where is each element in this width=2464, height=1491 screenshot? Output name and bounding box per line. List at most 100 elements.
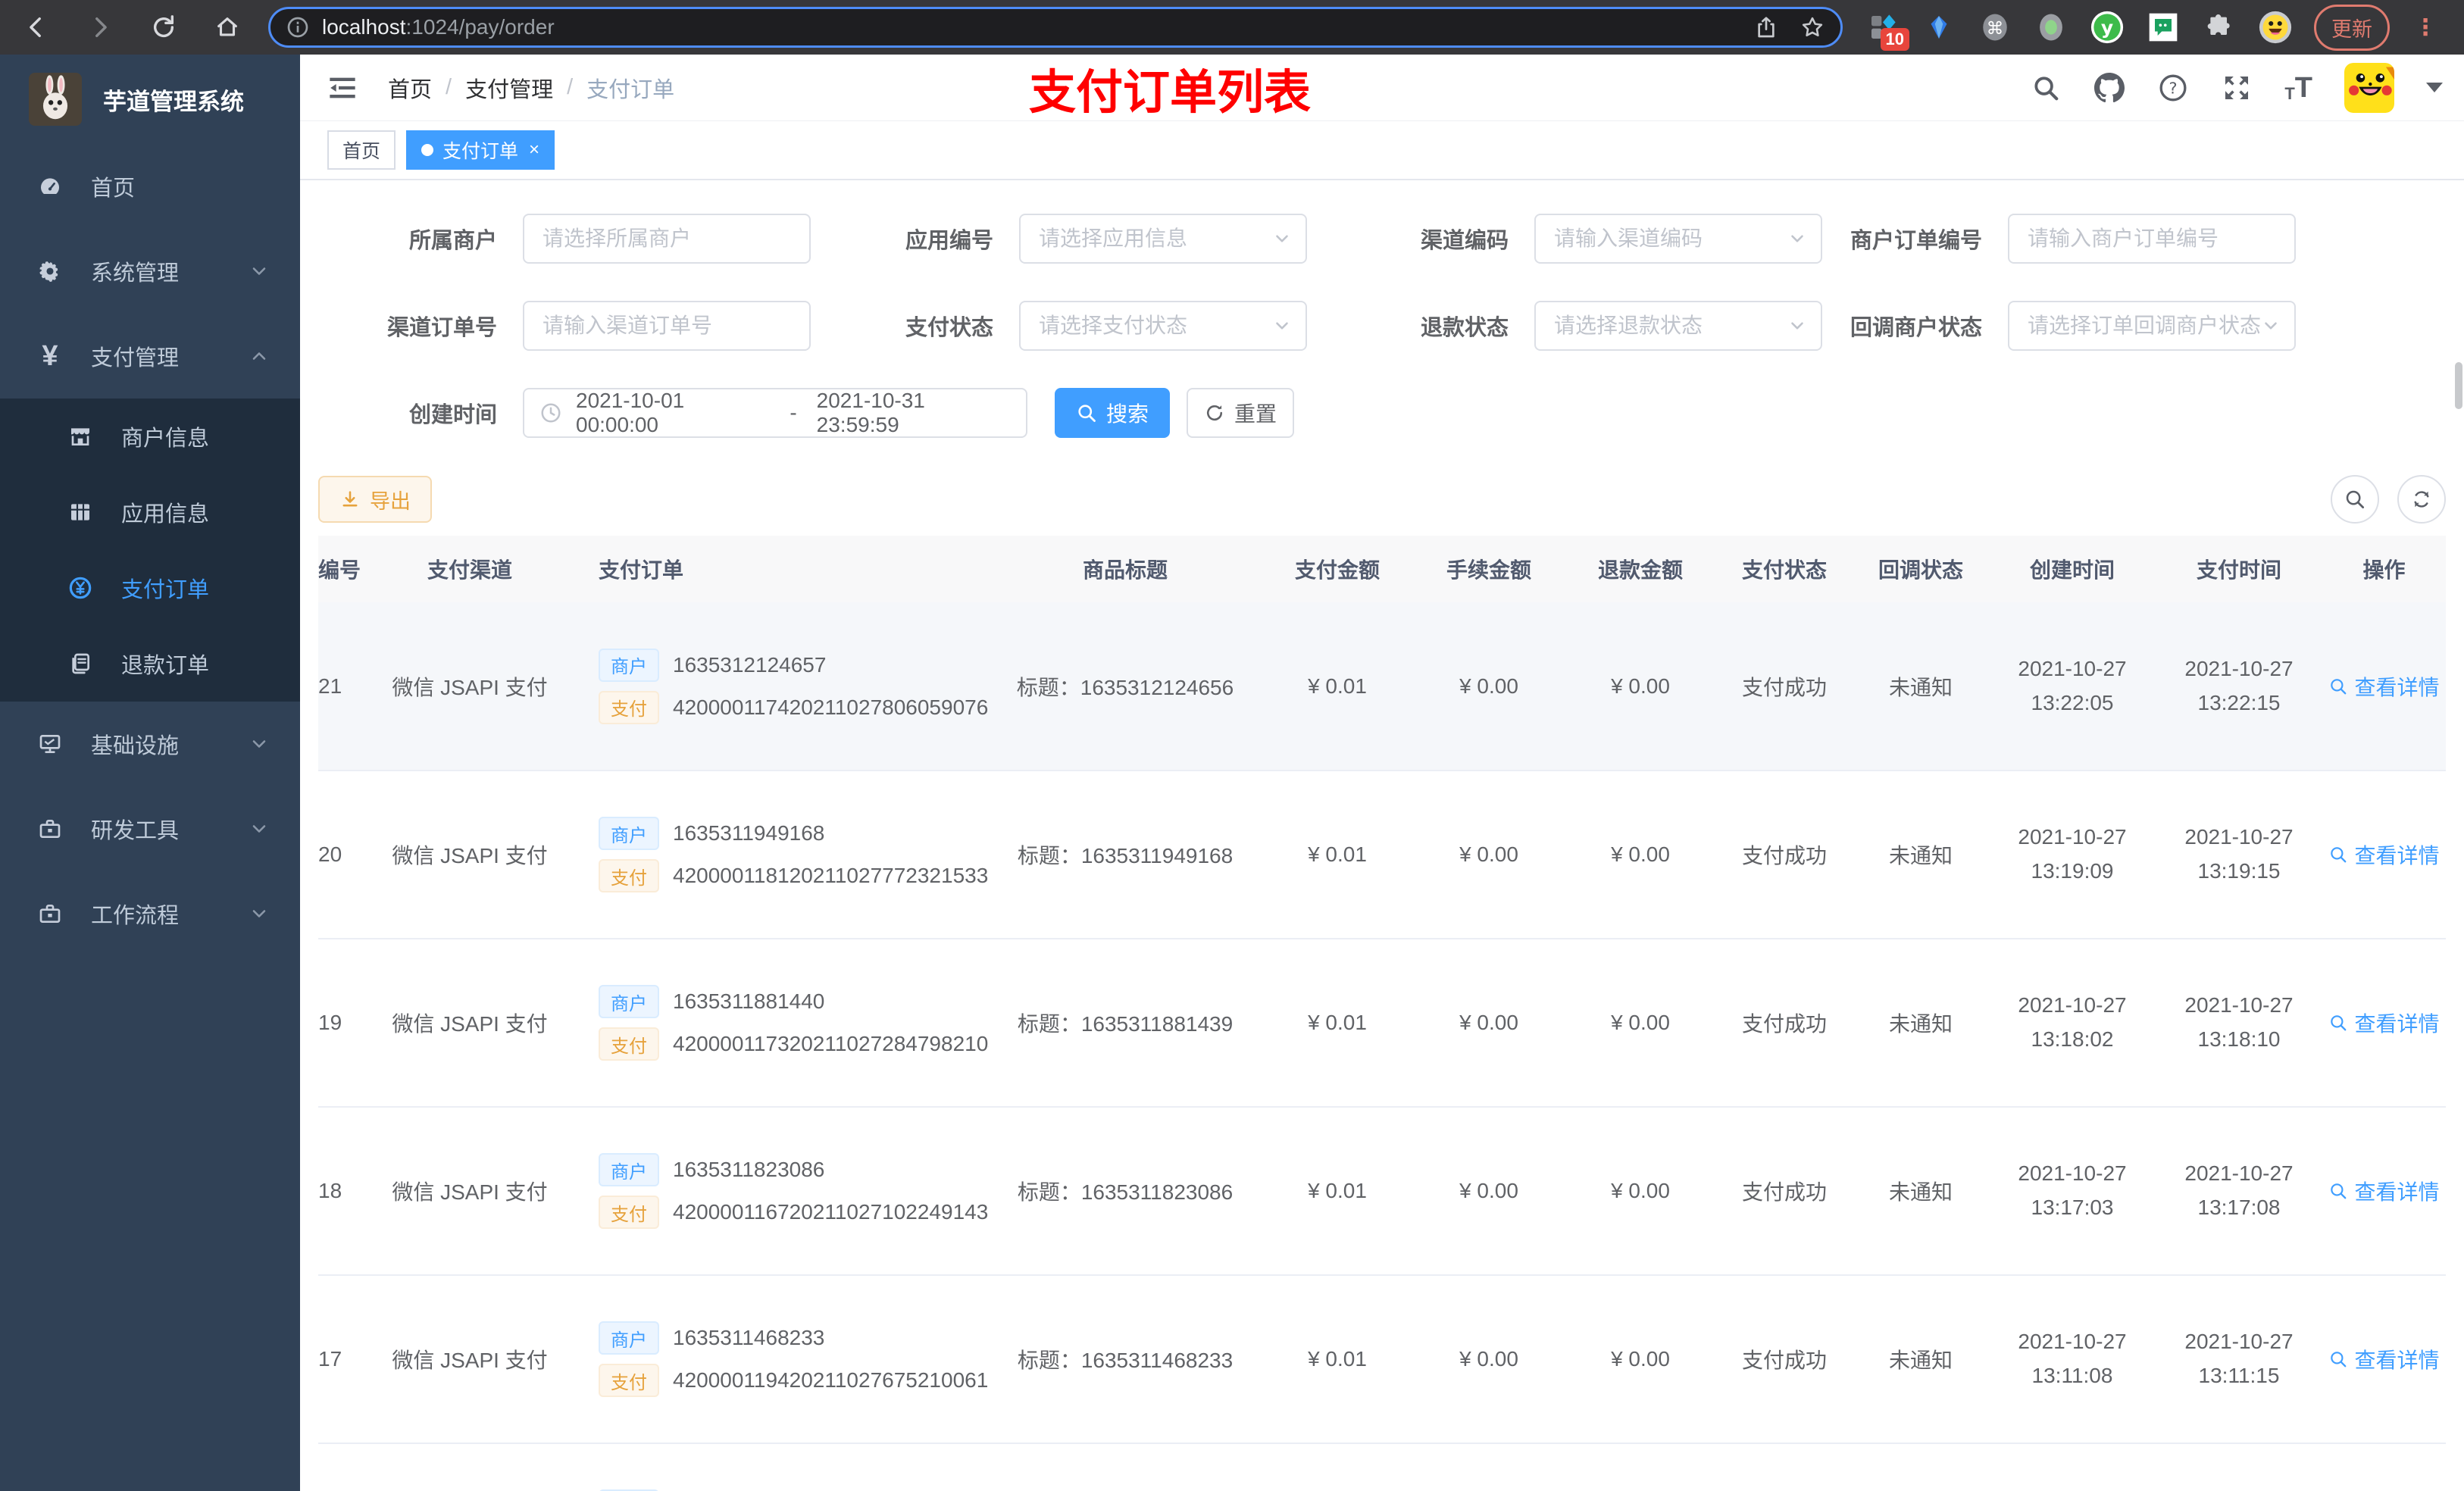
cell-status: 支付成功 — [1716, 602, 1853, 771]
refund-status-select[interactable] — [1534, 301, 1822, 351]
sidebar-logo-row[interactable]: 芋道管理系统 — [0, 55, 300, 144]
pay-tag: 支付 — [599, 690, 659, 724]
sidebar-fold-icon[interactable] — [327, 73, 358, 103]
notify-status-select[interactable] — [2008, 301, 2296, 351]
breadcrumb-current: 支付订单 — [586, 77, 675, 102]
merchant-order-no-field[interactable] — [2008, 214, 2296, 264]
extensions-puzzle-icon[interactable] — [2202, 10, 2237, 45]
sidebar-item-refund-order[interactable]: 退款订单 — [0, 626, 300, 702]
extension-command-icon[interactable]: ⌘ — [1978, 10, 2012, 45]
extension-bar: 10 ⌘ y 更新 ⋮ — [1843, 4, 2464, 51]
view-detail-link[interactable]: 查看详情 — [2328, 839, 2440, 870]
view-detail-link[interactable]: 查看详情 — [2328, 671, 2440, 702]
merchant-input[interactable] — [523, 214, 811, 264]
sidebar-item-workflow[interactable]: 工作流程 — [0, 871, 300, 956]
user-avatar[interactable] — [2344, 62, 2394, 113]
pay-order-line: 支付 4200001181202110277723215336 — [599, 859, 989, 892]
fullscreen-icon[interactable] — [2221, 72, 2253, 104]
svg-text:⌘: ⌘ — [1987, 19, 2004, 39]
pay-status-select[interactable] — [1019, 301, 1307, 351]
url-bar[interactable]: localhost:1024/pay/order — [268, 7, 1843, 48]
merchant-select[interactable] — [523, 214, 811, 264]
app-input[interactable] — [1019, 214, 1307, 264]
site-info-icon[interactable] — [286, 15, 310, 39]
sidebar: 芋道管理系统 首页 系统管理 ¥ 支付管理 商户信息 应用信息 支付订单 退款订… — [0, 55, 300, 1491]
reset-button[interactable]: 重置 — [1187, 388, 1294, 438]
view-detail-link[interactable]: 查看详情 — [2328, 1176, 2440, 1206]
github-icon[interactable] — [2093, 72, 2125, 104]
table-header-row: 编号 支付渠道 支付订单 商品标题 支付金额 手续金额 退款金额 支付状态 回调… — [318, 536, 2446, 602]
bookmark-star-icon[interactable] — [1800, 14, 1825, 40]
avatar-caret-icon[interactable] — [2426, 83, 2443, 92]
tab-home[interactable]: 首页 — [327, 130, 396, 170]
reload-icon[interactable] — [149, 12, 179, 42]
browser-update-button[interactable]: 更新 — [2314, 4, 2390, 51]
sidebar-item-devtools[interactable]: 研发工具 — [0, 786, 300, 871]
pay-status-input[interactable] — [1019, 301, 1307, 351]
export-button[interactable]: 导出 — [318, 476, 432, 523]
app-title: 芋道管理系统 — [103, 88, 244, 115]
close-icon[interactable]: × — [529, 139, 539, 161]
sidebar-item-pay-order[interactable]: 支付订单 — [0, 550, 300, 626]
breadcrumb-home[interactable]: 首页 — [388, 72, 432, 104]
yen-icon: ¥ — [42, 339, 58, 372]
cell-id — [318, 1443, 375, 1491]
cell-actions: 查看详情 — [2322, 771, 2446, 939]
refund-status-input[interactable] — [1534, 301, 1822, 351]
app-select[interactable] — [1019, 214, 1307, 264]
field-label: 支付状态 — [905, 316, 993, 340]
sidebar-item-home[interactable]: 首页 — [0, 144, 300, 229]
cell-pay-time — [2156, 1443, 2322, 1491]
home-icon[interactable] — [212, 12, 242, 42]
sidebar-item-infra[interactable]: 基础设施 — [0, 702, 300, 786]
forward-icon[interactable] — [85, 12, 115, 42]
merchant-order-line: 商户 1635311468233 — [599, 1321, 989, 1355]
channel-order-no-input[interactable] — [523, 301, 811, 351]
sidebar-item-pay[interactable]: ¥ 支付管理 — [0, 314, 300, 399]
share-icon[interactable] — [1754, 15, 1778, 39]
browser-menu-icon[interactable]: ⋮ — [2414, 14, 2437, 41]
merchant-tag: 商户 — [599, 817, 659, 850]
sidebar-item-app-info[interactable]: 应用信息 — [0, 474, 300, 550]
profile-emoji-avatar[interactable] — [2258, 10, 2293, 45]
extension-gem-icon[interactable] — [1921, 10, 1956, 45]
extension-oval-icon[interactable] — [2034, 10, 2068, 45]
help-icon[interactable]: ? — [2157, 72, 2189, 104]
toggle-search-button[interactable] — [2331, 475, 2379, 524]
view-detail-link[interactable]: 查看详情 — [2328, 1008, 2440, 1038]
breadcrumb-pay[interactable]: 支付管理 — [465, 72, 553, 104]
pay-date: 2021-10-27 — [2184, 1161, 2294, 1186]
extension-grid-icon[interactable]: 10 — [1865, 10, 1909, 51]
channel-code-select[interactable] — [1534, 214, 1822, 264]
field-label: 创建时间 — [408, 403, 497, 427]
sidebar-item-system[interactable]: 系统管理 — [0, 229, 300, 314]
cell-title: 标题：1635311949168 — [989, 771, 1262, 939]
search-icon — [2331, 1015, 2347, 1031]
cell-order: 商户 1635311954796 支付 — [564, 1443, 989, 1491]
sidebar-item-merchant-info[interactable]: 商户信息 — [0, 399, 300, 474]
extension-y-icon[interactable]: y — [2090, 10, 2125, 45]
storefront-icon — [67, 423, 94, 450]
table-row: 17 微信 JSAPI 支付 商户 1635311468233 支付 42000… — [318, 1275, 2446, 1444]
search-button[interactable]: 搜索 — [1055, 388, 1170, 438]
channel-order-no-field[interactable] — [523, 301, 811, 351]
back-icon[interactable] — [21, 12, 52, 42]
refresh-table-button[interactable] — [2397, 475, 2446, 524]
col-header-notify: 回调状态 — [1853, 536, 1989, 602]
extension-chat-icon[interactable] — [2146, 10, 2181, 45]
notify-status-input[interactable] — [2008, 301, 2296, 351]
cell-notify: 未通知 — [1853, 939, 1989, 1108]
breadcrumb: 首页 / 支付管理 / 支付订单 — [388, 72, 674, 104]
channel-code-input[interactable] — [1534, 214, 1822, 264]
merchant-tag: 商户 — [599, 1153, 659, 1186]
scrollbar-thumb[interactable] — [2455, 362, 2462, 409]
search-icon[interactable] — [2030, 72, 2062, 104]
merchant-order-no-input[interactable] — [2008, 214, 2296, 264]
col-header-fee: 手续金额 — [1413, 536, 1565, 602]
channel-pay-no: 4200001167202110271022491439 — [673, 1200, 989, 1224]
create-time-range-picker[interactable]: 2021-10-01 00:00:00 - 2021-10-31 23:59:5… — [523, 388, 1027, 438]
view-detail-link[interactable]: 查看详情 — [2328, 1344, 2440, 1374]
gear-icon — [36, 258, 64, 285]
font-size-icon[interactable]: TT — [2284, 73, 2312, 102]
tab-pay-order[interactable]: 支付订单 × — [406, 130, 555, 170]
